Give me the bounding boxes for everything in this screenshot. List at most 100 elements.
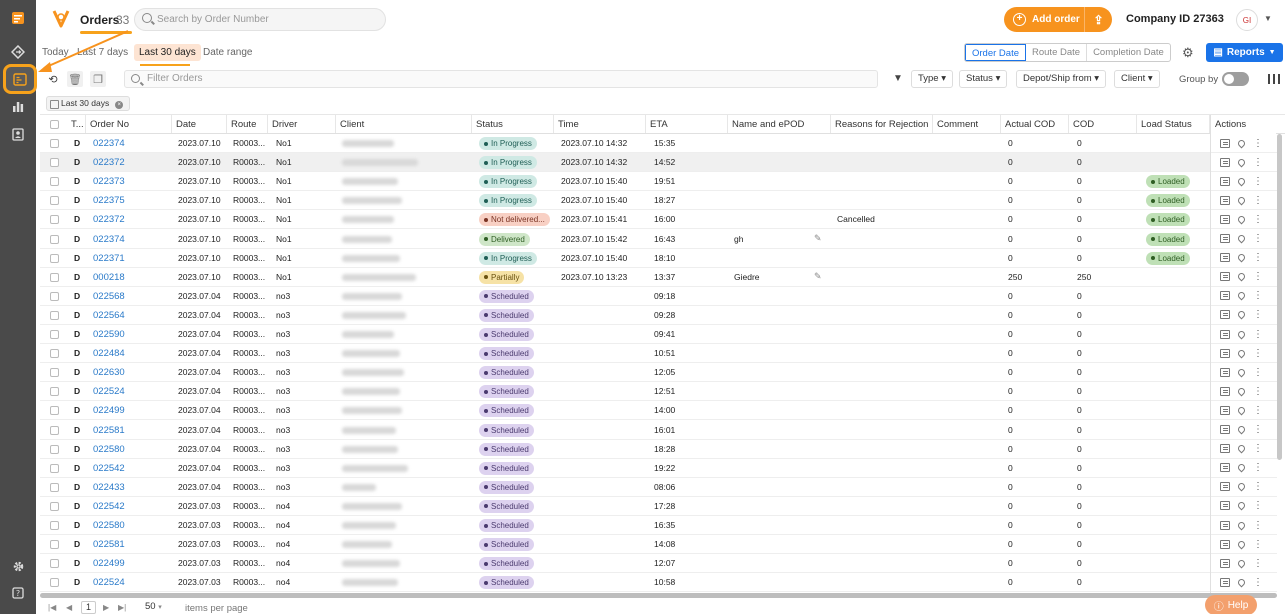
row-checkbox[interactable]: [50, 501, 59, 511]
document-icon[interactable]: [1220, 501, 1230, 511]
location-pin-icon[interactable]: [1236, 329, 1247, 339]
column-header-13[interactable]: COD: [1069, 115, 1137, 134]
table-row[interactable]: D 022433 2023.07.04 R0003... no3 Scheduled 08:…: [40, 478, 1210, 497]
document-icon[interactable]: [1220, 138, 1230, 148]
page-size-select[interactable]: 50 ▾: [145, 601, 175, 614]
column-header-5[interactable]: Client: [336, 115, 472, 134]
column-header-8[interactable]: ETA: [646, 115, 728, 134]
filter-orders-input[interactable]: Filter Orders: [124, 70, 878, 88]
document-icon[interactable]: [1220, 444, 1230, 454]
order-number-link[interactable]: 022564: [93, 306, 125, 325]
column-header-14[interactable]: Load Status: [1137, 115, 1210, 134]
order-number-link[interactable]: 022542: [93, 459, 125, 478]
order-number-link[interactable]: 022374: [93, 230, 125, 249]
route-date-option[interactable]: Route Date: [1026, 44, 1088, 61]
tab-last-7-days[interactable]: Last 7 days: [77, 47, 128, 58]
order-number-link[interactable]: 022524: [93, 573, 125, 592]
document-icon[interactable]: [1220, 329, 1230, 339]
table-row[interactable]: D 022581 2023.07.04 R0003... no3 Scheduled 16:…: [40, 421, 1210, 440]
more-vertical-icon[interactable]: ⋮: [1253, 405, 1263, 415]
table-row[interactable]: D 022564 2023.07.04 R0003... no3 Scheduled 09:…: [40, 306, 1210, 325]
document-icon[interactable]: [1220, 176, 1230, 186]
sidebar-settings-icon[interactable]: [0, 552, 36, 580]
row-checkbox[interactable]: [50, 387, 59, 397]
order-number-link[interactable]: 022374: [93, 134, 125, 153]
location-pin-icon[interactable]: [1236, 386, 1247, 397]
completion-date-option[interactable]: Completion Date: [1087, 44, 1170, 61]
order-number-link[interactable]: 022373: [93, 172, 125, 191]
order-number-link[interactable]: 022630: [93, 363, 125, 382]
document-icon[interactable]: [1220, 234, 1230, 243]
table-row[interactable]: D 022373 2023.07.10 R0003... No1 In Progress 2…: [40, 172, 1210, 192]
vertical-scrollbar[interactable]: [1277, 134, 1282, 460]
more-vertical-icon[interactable]: ⋮: [1253, 329, 1263, 339]
table-row[interactable]: D 022371 2023.07.10 R0003... No1 In Progress 2…: [40, 249, 1210, 268]
active-filter-chip[interactable]: Last 30 days ×: [46, 96, 131, 111]
document-icon[interactable]: [1220, 214, 1230, 224]
row-checkbox[interactable]: [50, 215, 59, 225]
more-vertical-icon[interactable]: ⋮: [1253, 310, 1263, 320]
row-checkbox[interactable]: [50, 559, 59, 569]
select-all-checkbox[interactable]: [50, 120, 59, 129]
more-vertical-icon[interactable]: ⋮: [1253, 291, 1263, 301]
order-number-link[interactable]: 022568: [93, 287, 125, 306]
order-number-link[interactable]: 022499: [93, 554, 125, 573]
reports-button[interactable]: ▤ Reports ▼: [1206, 43, 1283, 62]
last-page-icon[interactable]: ▶|: [118, 603, 126, 612]
more-vertical-icon[interactable]: ⋮: [1253, 501, 1263, 511]
table-row[interactable]: D 022374 2023.07.10 R0003... No1 Delivered 202…: [40, 230, 1210, 249]
document-icon[interactable]: [1220, 405, 1230, 415]
document-icon[interactable]: [1220, 386, 1230, 396]
sidebar-orders-icon[interactable]: [3, 64, 37, 94]
document-icon[interactable]: [1220, 348, 1230, 358]
history-icon[interactable]: ⟲: [45, 71, 61, 87]
gear-icon[interactable]: ⚙: [1182, 45, 1194, 61]
more-vertical-icon[interactable]: ⋮: [1253, 482, 1263, 492]
funnel-icon[interactable]: ▼: [893, 73, 903, 84]
more-vertical-icon[interactable]: ⋮: [1253, 176, 1263, 186]
column-header-6[interactable]: Status: [472, 115, 554, 134]
table-row[interactable]: D 022581 2023.07.03 R0003... no4 Scheduled 14:…: [40, 535, 1210, 555]
more-vertical-icon[interactable]: ⋮: [1253, 138, 1263, 148]
document-icon[interactable]: [1220, 482, 1230, 492]
column-header-2[interactable]: Date: [172, 115, 227, 134]
location-pin-icon[interactable]: [1236, 558, 1247, 569]
order-number-link[interactable]: 022372: [93, 210, 125, 229]
table-row[interactable]: D 022568 2023.07.04 R0003... no3 Scheduled 09:…: [40, 287, 1210, 306]
table-row[interactable]: D 022580 2023.07.04 R0003... no3 Scheduled 18:…: [40, 440, 1210, 459]
column-header-11[interactable]: Comment: [933, 115, 1001, 134]
row-checkbox[interactable]: [50, 272, 59, 282]
more-vertical-icon[interactable]: ⋮: [1253, 214, 1263, 224]
table-row[interactable]: D 022374 2023.07.10 R0003... No1 In Progress 2…: [40, 134, 1210, 153]
row-checkbox[interactable]: [50, 482, 59, 492]
column-header-12[interactable]: Actual COD: [1001, 115, 1069, 134]
close-icon[interactable]: ×: [115, 101, 124, 109]
document-icon[interactable]: [1220, 558, 1230, 568]
location-pin-icon[interactable]: [1236, 520, 1247, 530]
row-checkbox[interactable]: [50, 406, 59, 416]
location-pin-icon[interactable]: [1236, 157, 1247, 168]
column-header-3[interactable]: Route: [227, 115, 268, 134]
type-dropdown[interactable]: Type ▾: [911, 70, 954, 88]
row-checkbox[interactable]: [50, 177, 59, 187]
row-checkbox[interactable]: [50, 234, 59, 244]
trash-icon[interactable]: 🗑: [67, 71, 83, 87]
signature-icon[interactable]: ✎: [814, 271, 822, 282]
table-row[interactable]: D 022484 2023.07.04 R0003... no3 Scheduled 10:…: [40, 344, 1210, 364]
table-row[interactable]: D 022499 2023.07.04 R0003... no3 Scheduled 14:…: [40, 401, 1210, 421]
document-icon[interactable]: [1220, 253, 1230, 263]
table-row[interactable]: D 022372 2023.07.10 R0003... No1 Not delivere…: [40, 210, 1210, 230]
order-number-link[interactable]: 022433: [93, 478, 125, 497]
row-checkbox[interactable]: [50, 196, 59, 206]
table-row[interactable]: D 022375 2023.07.10 R0003... No1 In Progress 2…: [40, 191, 1210, 211]
row-checkbox[interactable]: [50, 368, 59, 378]
order-number-link[interactable]: 022580: [93, 440, 125, 459]
add-order-button[interactable]: + Add order ⇪: [1004, 7, 1112, 32]
column-header-9[interactable]: Name and ePOD: [728, 115, 831, 134]
order-number-link[interactable]: 022375: [93, 191, 125, 210]
document-icon[interactable]: [1220, 520, 1230, 530]
table-row[interactable]: D 022630 2023.07.04 R0003... no3 Scheduled 12:…: [40, 363, 1210, 383]
row-checkbox[interactable]: [50, 578, 59, 588]
more-vertical-icon[interactable]: ⋮: [1253, 577, 1263, 587]
location-pin-icon[interactable]: [1236, 577, 1247, 588]
